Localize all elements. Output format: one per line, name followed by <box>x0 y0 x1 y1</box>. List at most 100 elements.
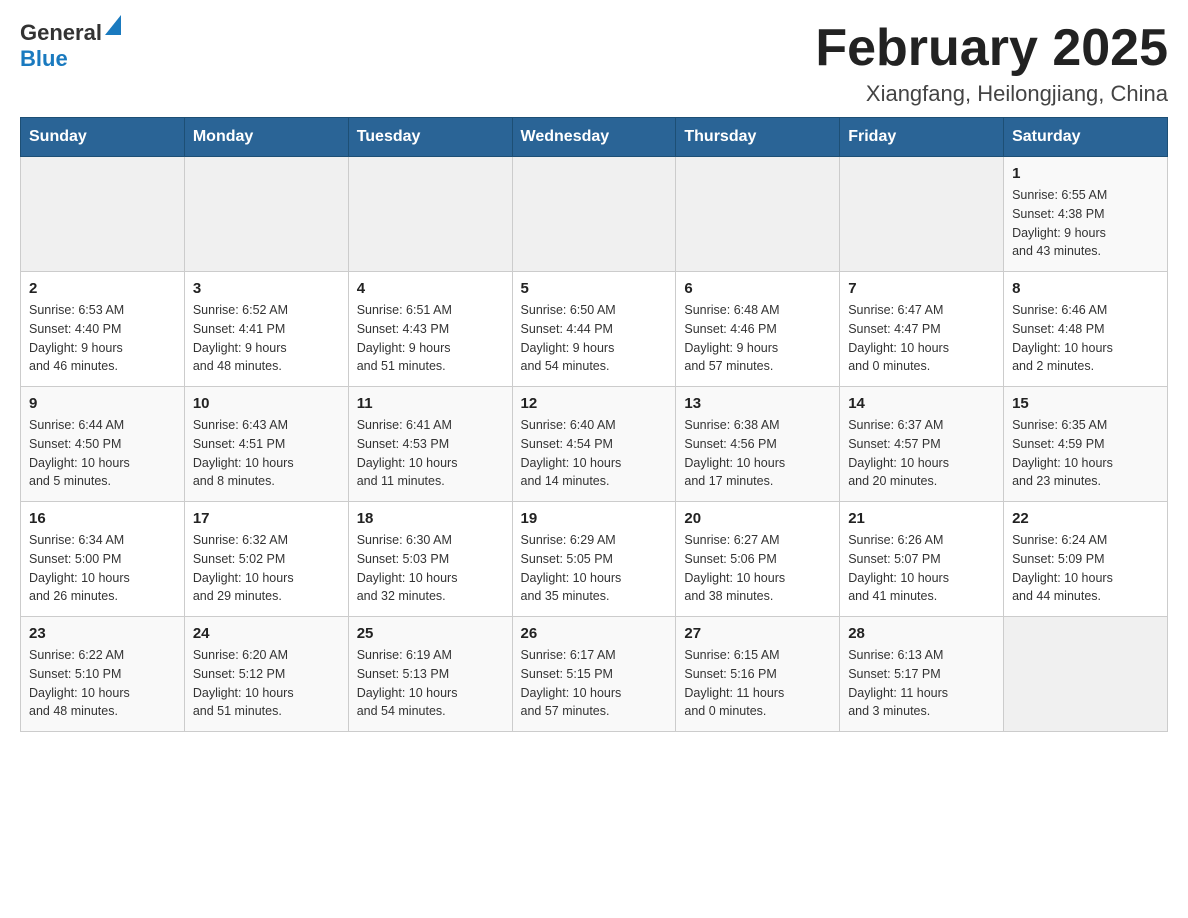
day-info: Sunrise: 6:17 AM Sunset: 5:15 PM Dayligh… <box>521 646 668 721</box>
calendar-cell: 21 Sunrise: 6:26 AM Sunset: 5:07 PM Dayli… <box>840 502 1004 617</box>
calendar-week-row: 2 Sunrise: 6:53 AM Sunset: 4:40 PM Daylig… <box>21 272 1168 387</box>
day-number: 10 <box>193 395 340 412</box>
day-number: 8 <box>1012 280 1159 297</box>
calendar-cell: 12 Sunrise: 6:40 AM Sunset: 4:54 PM Dayli… <box>512 387 676 502</box>
calendar-week-row: 23 Sunrise: 6:22 AM Sunset: 5:10 PM Dayli… <box>21 617 1168 732</box>
calendar-header-row: SundayMondayTuesdayWednesdayThursdayFrid… <box>21 118 1168 157</box>
day-number: 14 <box>848 395 995 412</box>
day-info: Sunrise: 6:26 AM Sunset: 5:07 PM Dayligh… <box>848 531 995 606</box>
day-number: 15 <box>1012 395 1159 412</box>
day-info: Sunrise: 6:15 AM Sunset: 5:16 PM Dayligh… <box>684 646 831 721</box>
day-info: Sunrise: 6:20 AM Sunset: 5:12 PM Dayligh… <box>193 646 340 721</box>
day-number: 3 <box>193 280 340 297</box>
calendar-table: SundayMondayTuesdayWednesdayThursdayFrid… <box>20 117 1168 732</box>
day-info: Sunrise: 6:27 AM Sunset: 5:06 PM Dayligh… <box>684 531 831 606</box>
day-number: 18 <box>357 510 504 527</box>
calendar-cell <box>676 157 840 272</box>
weekday-header-sunday: Sunday <box>21 118 185 157</box>
calendar-cell: 7Sunrise: 6:47 AM Sunset: 4:47 PM Daylig… <box>840 272 1004 387</box>
day-number: 6 <box>684 280 831 297</box>
day-info: Sunrise: 6:46 AM Sunset: 4:48 PM Dayligh… <box>1012 301 1159 376</box>
day-number: 27 <box>684 625 831 642</box>
day-info: Sunrise: 6:34 AM Sunset: 5:00 PM Dayligh… <box>29 531 176 606</box>
calendar-cell <box>840 157 1004 272</box>
day-info: Sunrise: 6:22 AM Sunset: 5:10 PM Dayligh… <box>29 646 176 721</box>
weekday-header-saturday: Saturday <box>1004 118 1168 157</box>
day-info: Sunrise: 6:44 AM Sunset: 4:50 PM Dayligh… <box>29 416 176 491</box>
day-info: Sunrise: 6:53 AM Sunset: 4:40 PM Dayligh… <box>29 301 176 376</box>
weekday-header-wednesday: Wednesday <box>512 118 676 157</box>
calendar-cell: 15 Sunrise: 6:35 AM Sunset: 4:59 PM Dayli… <box>1004 387 1168 502</box>
calendar-cell: 19Sunrise: 6:29 AM Sunset: 5:05 PM Dayli… <box>512 502 676 617</box>
calendar-cell: 4 Sunrise: 6:51 AM Sunset: 4:43 PM Daylig… <box>348 272 512 387</box>
calendar-cell: 14 Sunrise: 6:37 AM Sunset: 4:57 PM Dayli… <box>840 387 1004 502</box>
day-info: Sunrise: 6:52 AM Sunset: 4:41 PM Dayligh… <box>193 301 340 376</box>
calendar-cell: 5 Sunrise: 6:50 AM Sunset: 4:44 PM Daylig… <box>512 272 676 387</box>
title-block: February 2025 Xiangfang, Heilongjiang, C… <box>815 20 1168 107</box>
day-number: 2 <box>29 280 176 297</box>
day-number: 17 <box>193 510 340 527</box>
day-info: Sunrise: 6:24 AM Sunset: 5:09 PM Dayligh… <box>1012 531 1159 606</box>
day-number: 13 <box>684 395 831 412</box>
calendar-cell <box>348 157 512 272</box>
calendar-cell: 11 Sunrise: 6:41 AM Sunset: 4:53 PM Dayli… <box>348 387 512 502</box>
weekday-header-thursday: Thursday <box>676 118 840 157</box>
month-title: February 2025 <box>815 20 1168 77</box>
calendar-cell: 10 Sunrise: 6:43 AM Sunset: 4:51 PM Dayli… <box>184 387 348 502</box>
calendar-cell: 22 Sunrise: 6:24 AM Sunset: 5:09 PM Dayli… <box>1004 502 1168 617</box>
calendar-cell: 6 Sunrise: 6:48 AM Sunset: 4:46 PM Daylig… <box>676 272 840 387</box>
day-info: Sunrise: 6:13 AM Sunset: 5:17 PM Dayligh… <box>848 646 995 721</box>
weekday-header-friday: Friday <box>840 118 1004 157</box>
day-number: 23 <box>29 625 176 642</box>
calendar-cell: 16Sunrise: 6:34 AM Sunset: 5:00 PM Dayli… <box>21 502 185 617</box>
logo-blue-text: Blue <box>20 46 68 71</box>
calendar-week-row: 1 Sunrise: 6:55 AM Sunset: 4:38 PM Daylig… <box>21 157 1168 272</box>
day-info: Sunrise: 6:40 AM Sunset: 4:54 PM Dayligh… <box>521 416 668 491</box>
day-info: Sunrise: 6:43 AM Sunset: 4:51 PM Dayligh… <box>193 416 340 491</box>
calendar-week-row: 16Sunrise: 6:34 AM Sunset: 5:00 PM Dayli… <box>21 502 1168 617</box>
day-info: Sunrise: 6:50 AM Sunset: 4:44 PM Dayligh… <box>521 301 668 376</box>
day-info: Sunrise: 6:38 AM Sunset: 4:56 PM Dayligh… <box>684 416 831 491</box>
logo: General Blue <box>20 20 121 72</box>
day-info: Sunrise: 6:51 AM Sunset: 4:43 PM Dayligh… <box>357 301 504 376</box>
calendar-cell <box>21 157 185 272</box>
calendar-cell: 18 Sunrise: 6:30 AM Sunset: 5:03 PM Dayli… <box>348 502 512 617</box>
day-info: Sunrise: 6:32 AM Sunset: 5:02 PM Dayligh… <box>193 531 340 606</box>
day-number: 21 <box>848 510 995 527</box>
day-info: Sunrise: 6:30 AM Sunset: 5:03 PM Dayligh… <box>357 531 504 606</box>
calendar-week-row: 9Sunrise: 6:44 AM Sunset: 4:50 PM Daylig… <box>21 387 1168 502</box>
day-info: Sunrise: 6:55 AM Sunset: 4:38 PM Dayligh… <box>1012 186 1159 261</box>
day-number: 7 <box>848 280 995 297</box>
calendar-cell <box>184 157 348 272</box>
calendar-cell: 23 Sunrise: 6:22 AM Sunset: 5:10 PM Dayli… <box>21 617 185 732</box>
calendar-cell: 2 Sunrise: 6:53 AM Sunset: 4:40 PM Daylig… <box>21 272 185 387</box>
day-info: Sunrise: 6:41 AM Sunset: 4:53 PM Dayligh… <box>357 416 504 491</box>
calendar-cell: 3 Sunrise: 6:52 AM Sunset: 4:41 PM Daylig… <box>184 272 348 387</box>
calendar-cell: 17 Sunrise: 6:32 AM Sunset: 5:02 PM Dayli… <box>184 502 348 617</box>
day-number: 28 <box>848 625 995 642</box>
day-number: 4 <box>357 280 504 297</box>
calendar-cell: 20 Sunrise: 6:27 AM Sunset: 5:06 PM Dayli… <box>676 502 840 617</box>
calendar-cell: 25 Sunrise: 6:19 AM Sunset: 5:13 PM Dayli… <box>348 617 512 732</box>
logo-general-text: General <box>20 20 102 46</box>
day-number: 25 <box>357 625 504 642</box>
day-info: Sunrise: 6:35 AM Sunset: 4:59 PM Dayligh… <box>1012 416 1159 491</box>
day-number: 1 <box>1012 165 1159 182</box>
calendar-cell: 26 Sunrise: 6:17 AM Sunset: 5:15 PM Dayli… <box>512 617 676 732</box>
calendar-cell: 13 Sunrise: 6:38 AM Sunset: 4:56 PM Dayli… <box>676 387 840 502</box>
day-info: Sunrise: 6:19 AM Sunset: 5:13 PM Dayligh… <box>357 646 504 721</box>
day-number: 26 <box>521 625 668 642</box>
day-number: 5 <box>521 280 668 297</box>
day-number: 20 <box>684 510 831 527</box>
day-number: 11 <box>357 395 504 412</box>
day-info: Sunrise: 6:48 AM Sunset: 4:46 PM Dayligh… <box>684 301 831 376</box>
day-number: 22 <box>1012 510 1159 527</box>
day-number: 19 <box>521 510 668 527</box>
day-number: 12 <box>521 395 668 412</box>
calendar-cell: 28 Sunrise: 6:13 AM Sunset: 5:17 PM Dayli… <box>840 617 1004 732</box>
calendar-cell: 8 Sunrise: 6:46 AM Sunset: 4:48 PM Daylig… <box>1004 272 1168 387</box>
weekday-header-tuesday: Tuesday <box>348 118 512 157</box>
weekday-header-monday: Monday <box>184 118 348 157</box>
day-info: Sunrise: 6:37 AM Sunset: 4:57 PM Dayligh… <box>848 416 995 491</box>
calendar-cell: 9Sunrise: 6:44 AM Sunset: 4:50 PM Daylig… <box>21 387 185 502</box>
